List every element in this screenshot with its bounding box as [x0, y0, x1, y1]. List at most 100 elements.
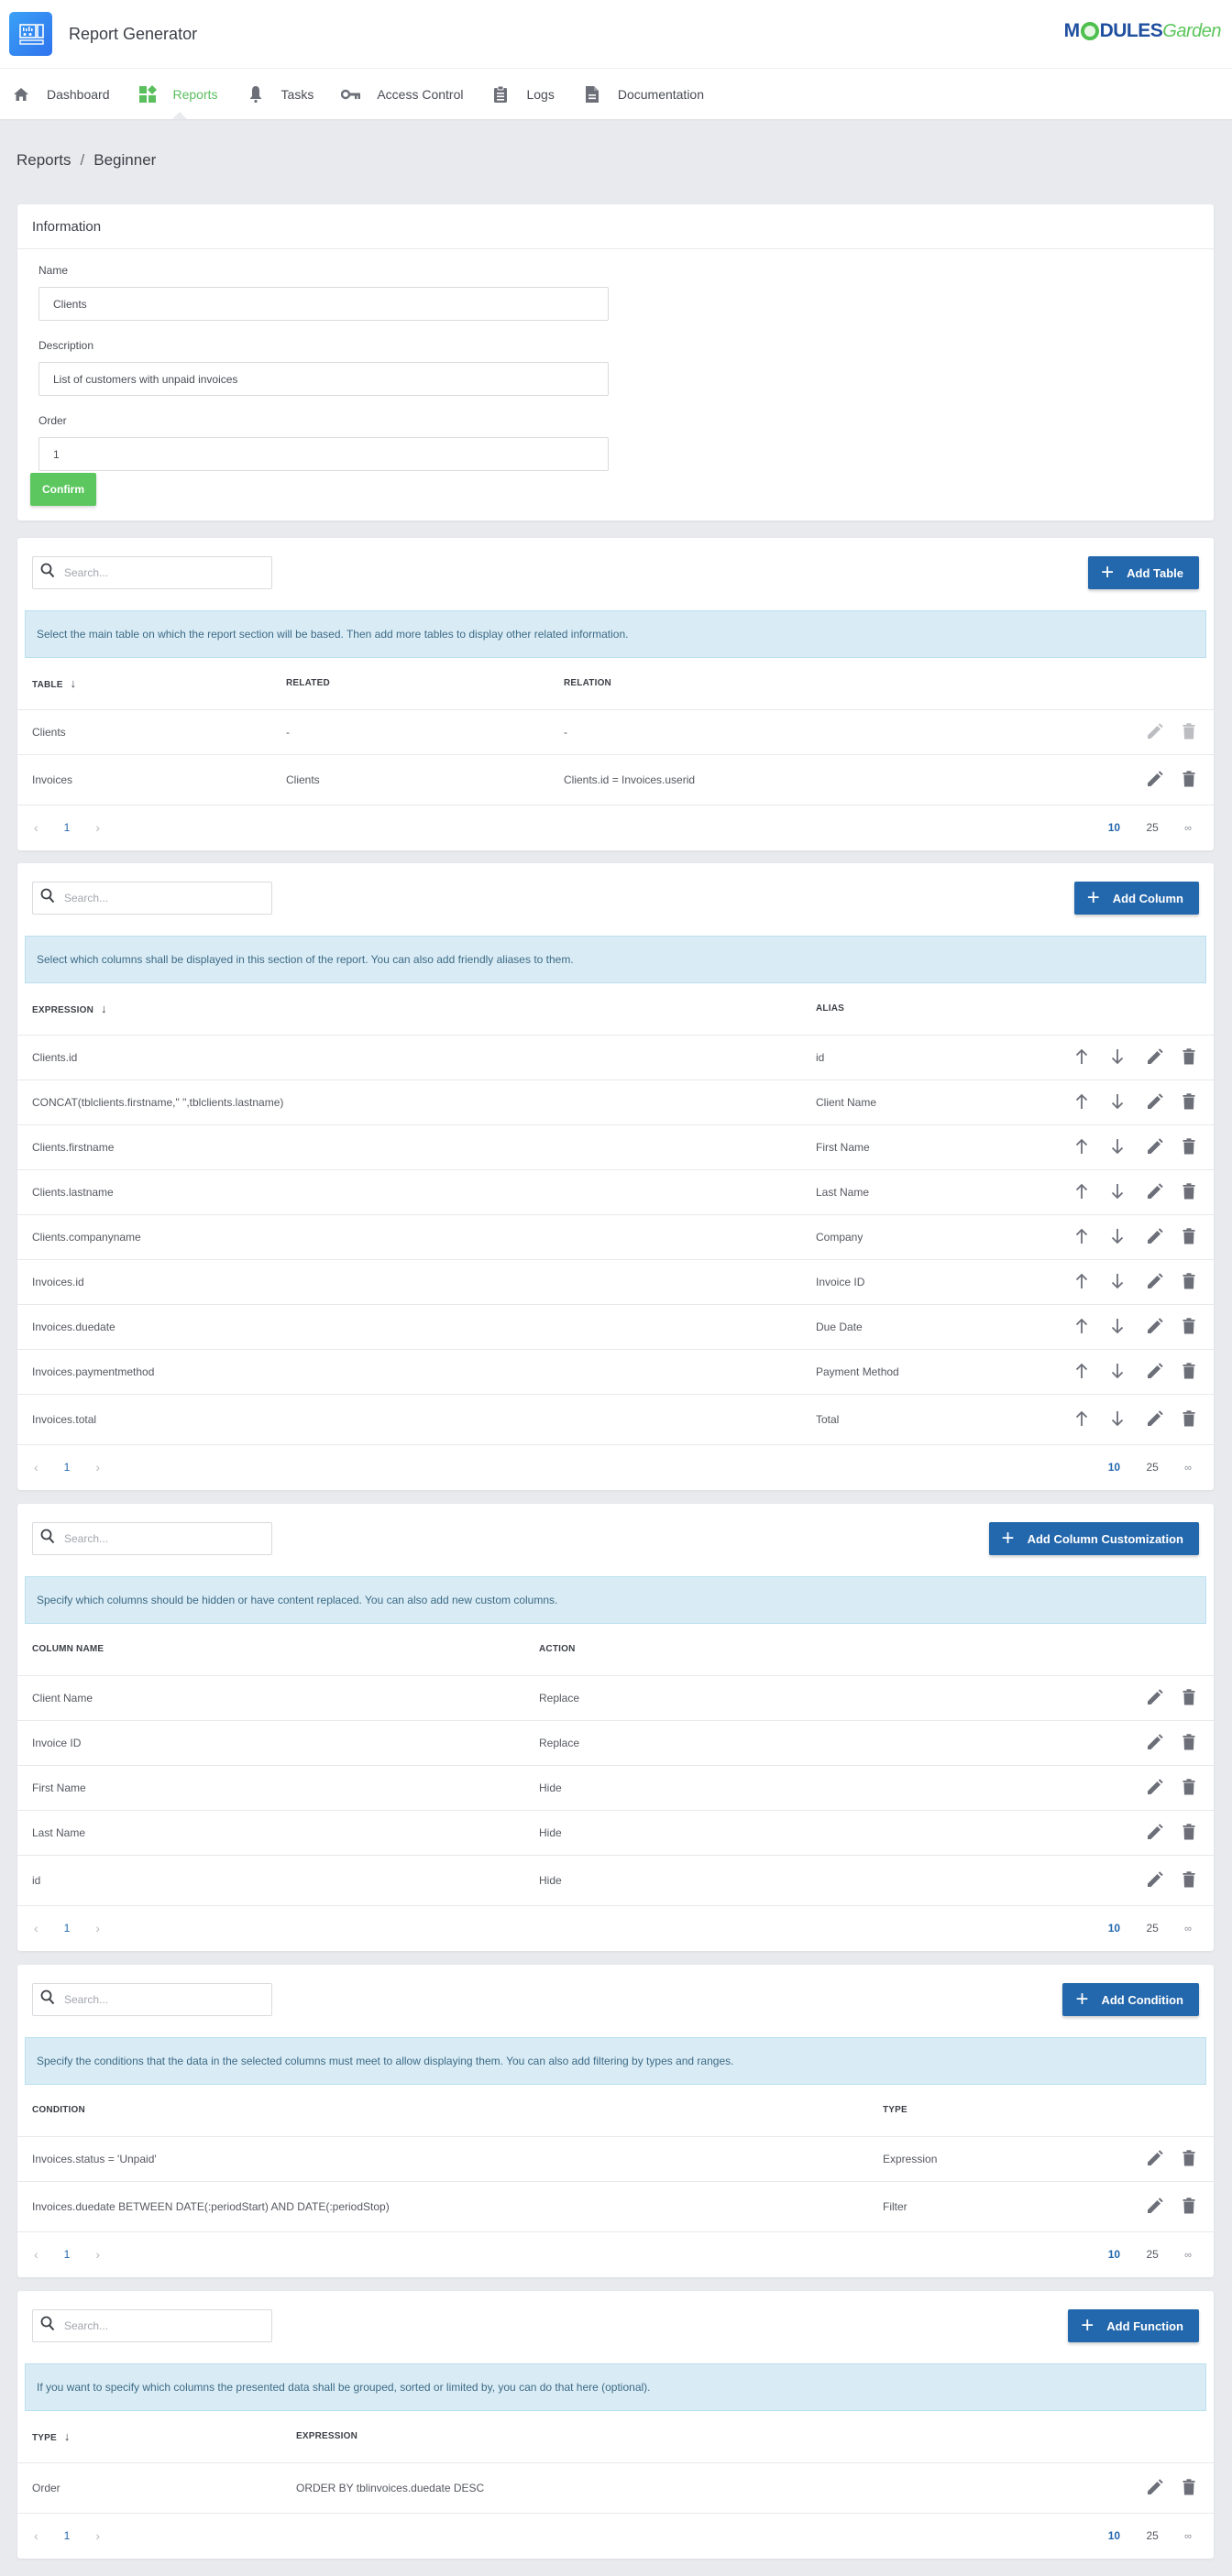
edit-button[interactable] — [1147, 1409, 1163, 1429]
page-1-button[interactable]: 1 — [64, 2248, 71, 2261]
description-field[interactable] — [38, 362, 609, 396]
delete-button[interactable] — [1182, 770, 1199, 789]
search-box[interactable] — [32, 556, 272, 589]
edit-button[interactable] — [1147, 2478, 1163, 2497]
delete-button[interactable] — [1182, 1870, 1199, 1890]
prev-page-button[interactable]: ‹ — [34, 1921, 38, 1935]
move-up-button[interactable] — [1075, 1318, 1092, 1336]
page-size-all[interactable]: ∞ — [1184, 1463, 1192, 1474]
next-page-button[interactable]: › — [95, 1921, 100, 1935]
page-size-all[interactable]: ∞ — [1184, 2250, 1192, 2261]
search-box[interactable] — [32, 1522, 272, 1555]
move-up-button[interactable] — [1075, 1048, 1092, 1067]
move-up-button[interactable] — [1075, 1093, 1092, 1112]
column-header-expression[interactable]: EXPRESSION ↓ — [17, 983, 801, 1036]
move-up-button[interactable] — [1075, 1228, 1092, 1246]
move-down-button[interactable] — [1111, 1363, 1128, 1381]
delete-button[interactable] — [1182, 1182, 1199, 1201]
edit-button[interactable] — [1147, 1137, 1163, 1156]
page-size-all[interactable]: ∞ — [1184, 2531, 1192, 2542]
edit-button[interactable] — [1147, 2149, 1163, 2168]
move-up-button[interactable] — [1075, 1363, 1092, 1381]
move-down-button[interactable] — [1111, 1410, 1128, 1429]
add-condition-button[interactable]: + Add Condition — [1062, 1983, 1199, 2016]
edit-button[interactable] — [1147, 1870, 1163, 1890]
page-size-all[interactable]: ∞ — [1184, 823, 1192, 834]
page-size-25[interactable]: 25 — [1146, 1461, 1158, 1474]
search-box[interactable] — [32, 882, 272, 915]
page-size-25[interactable]: 25 — [1146, 2529, 1158, 2542]
search-input[interactable] — [64, 892, 248, 904]
nav-item-access-control[interactable]: Access Control — [341, 69, 463, 119]
prev-page-button[interactable]: ‹ — [34, 2528, 38, 2543]
app-logo[interactable] — [9, 12, 52, 56]
page-size-25[interactable]: 25 — [1146, 821, 1158, 834]
edit-button[interactable] — [1147, 1778, 1163, 1797]
edit-button[interactable] — [1147, 1688, 1163, 1707]
delete-button[interactable] — [1182, 1092, 1199, 1112]
delete-button[interactable] — [1182, 2197, 1199, 2216]
page-size-10[interactable]: 10 — [1108, 2248, 1120, 2261]
move-up-button[interactable] — [1075, 1410, 1092, 1429]
move-down-button[interactable] — [1111, 1318, 1128, 1336]
delete-button[interactable] — [1182, 1047, 1199, 1067]
delete-button[interactable] — [1182, 1778, 1199, 1797]
next-page-button[interactable]: › — [95, 2247, 100, 2262]
delete-button[interactable] — [1182, 2149, 1199, 2168]
page-1-button[interactable]: 1 — [64, 2529, 71, 2542]
column-header-table[interactable]: TABLE ↓ — [17, 658, 271, 710]
name-field[interactable] — [38, 287, 609, 321]
search-input[interactable] — [64, 566, 248, 579]
delete-button[interactable] — [1182, 1688, 1199, 1707]
nav-item-documentation[interactable]: Documentation — [582, 69, 704, 119]
page-size-all[interactable]: ∞ — [1184, 1924, 1192, 1935]
delete-button[interactable] — [1182, 1362, 1199, 1381]
page-size-25[interactable]: 25 — [1146, 2248, 1158, 2261]
search-box[interactable] — [32, 1983, 272, 2016]
page-size-25[interactable]: 25 — [1146, 1922, 1158, 1935]
search-box[interactable] — [32, 2309, 272, 2342]
add-column-customization-button[interactable]: + Add Column Customization — [988, 1522, 1199, 1555]
edit-button[interactable] — [1147, 770, 1163, 789]
add-column-button[interactable]: + Add Column — [1073, 882, 1199, 915]
delete-button[interactable] — [1182, 1272, 1199, 1291]
edit-button[interactable] — [1147, 2197, 1163, 2216]
move-down-button[interactable] — [1111, 1183, 1128, 1201]
edit-button[interactable] — [1147, 1047, 1163, 1067]
prev-page-button[interactable]: ‹ — [34, 2247, 38, 2262]
delete-button[interactable] — [1182, 2478, 1199, 2497]
move-up-button[interactable] — [1075, 1138, 1092, 1156]
edit-button[interactable] — [1147, 1227, 1163, 1246]
add-table-button[interactable]: + Add Table — [1088, 556, 1199, 589]
move-up-button[interactable] — [1075, 1183, 1092, 1201]
edit-button[interactable] — [1147, 1182, 1163, 1201]
page-1-button[interactable]: 1 — [64, 1461, 71, 1474]
page-1-button[interactable]: 1 — [64, 821, 71, 834]
modulesgarden-logo[interactable]: M DULES Garden — [1064, 20, 1222, 42]
delete-button[interactable] — [1182, 1409, 1199, 1429]
nav-item-reports[interactable]: Reports — [138, 69, 218, 119]
delete-button[interactable] — [1182, 1137, 1199, 1156]
move-up-button[interactable] — [1075, 1273, 1092, 1291]
confirm-button[interactable]: Confirm — [30, 473, 96, 506]
move-down-button[interactable] — [1111, 1048, 1128, 1067]
delete-button[interactable] — [1182, 1227, 1199, 1246]
edit-button[interactable] — [1147, 1092, 1163, 1112]
nav-item-tasks[interactable]: Tasks — [246, 69, 314, 119]
prev-page-button[interactable]: ‹ — [34, 820, 38, 835]
move-down-button[interactable] — [1111, 1093, 1128, 1112]
delete-button[interactable] — [1182, 1733, 1199, 1752]
move-down-button[interactable] — [1111, 1273, 1128, 1291]
next-page-button[interactable]: › — [95, 2528, 100, 2543]
search-input[interactable] — [64, 1532, 248, 1545]
delete-button[interactable] — [1182, 1823, 1199, 1842]
order-field[interactable] — [38, 437, 609, 471]
next-page-button[interactable]: › — [95, 820, 100, 835]
page-size-10[interactable]: 10 — [1108, 1922, 1120, 1935]
breadcrumb-parent[interactable]: Reports — [16, 151, 72, 169]
column-header-type[interactable]: TYPE ↓ — [17, 2411, 281, 2463]
search-input[interactable] — [64, 2319, 248, 2332]
nav-item-logs[interactable]: Logs — [490, 69, 555, 119]
edit-button[interactable] — [1147, 1272, 1163, 1291]
nav-item-dashboard[interactable]: Dashboard — [11, 69, 110, 119]
